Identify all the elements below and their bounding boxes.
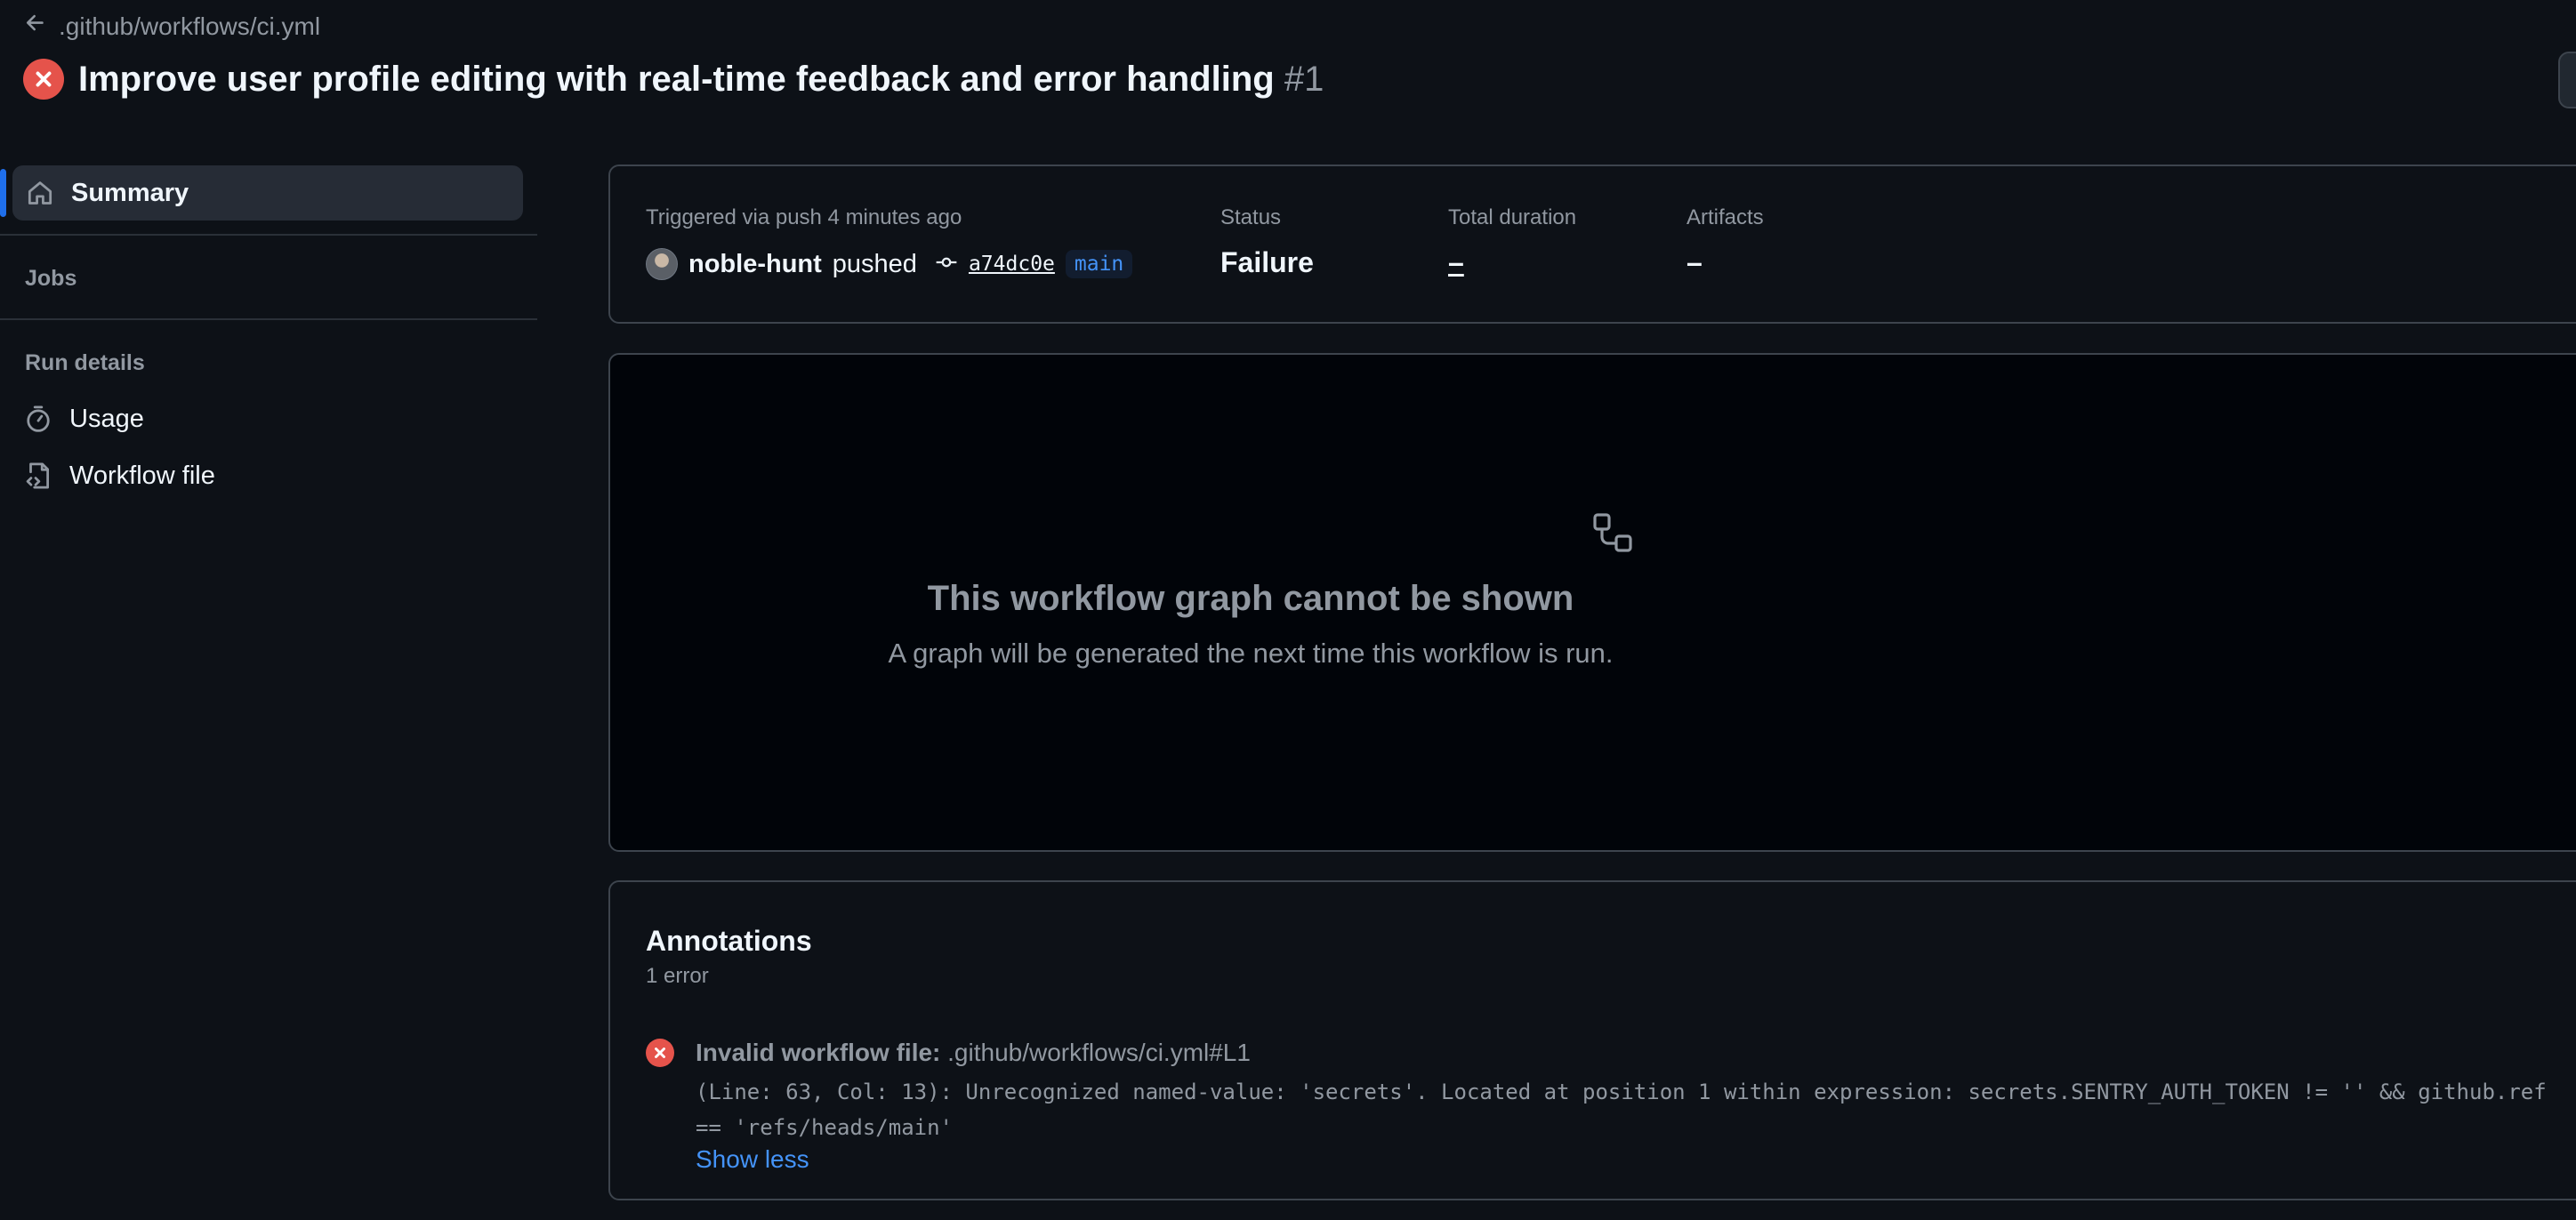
workflow-icon xyxy=(1591,511,1634,554)
sidebar-item-label: Workflow file xyxy=(69,461,215,490)
status-label: Status xyxy=(1220,205,1282,229)
status-value: Failure xyxy=(1220,246,1314,278)
run-summary-card: Triggered via push 4 minutes ago noble-h… xyxy=(608,165,2576,324)
jobs-heading: Jobs xyxy=(25,266,77,291)
sidebar-divider xyxy=(0,318,537,320)
sidebar-divider xyxy=(0,234,537,236)
duration-value-link[interactable]: – xyxy=(1448,246,1464,279)
avatar[interactable] xyxy=(646,248,678,280)
show-less-button[interactable]: Show less xyxy=(696,1145,809,1174)
error-x-icon xyxy=(646,1039,674,1067)
active-nav-marker xyxy=(0,169,6,217)
annotation-error-title: Invalid workflow file: xyxy=(696,1039,941,1066)
workflow-graph-card: This workflow graph cannot be shown A gr… xyxy=(608,353,2576,852)
annotation-message: (Line: 63, Col: 13): Unrecognized named-… xyxy=(696,1080,2547,1140)
commit-icon xyxy=(935,251,958,278)
file-code-icon xyxy=(23,461,53,491)
run-title-row: Improve user profile editing with real-t… xyxy=(23,59,1324,100)
workflow-path: .github/workflows/ci.yml xyxy=(59,12,321,40)
annotations-card: Annotations 1 error Invalid workflow fil… xyxy=(608,880,2576,1200)
arrow-left-icon xyxy=(23,11,48,42)
sidebar-item-label: Summary xyxy=(71,178,189,207)
commit-sha-link[interactable]: a74dc0e xyxy=(969,253,1055,276)
graph-empty-subtitle: A graph will be generated the next time … xyxy=(888,638,1614,669)
run-number: #1 xyxy=(1284,59,1324,99)
sidebar-item-usage[interactable]: Usage xyxy=(23,404,144,434)
trigger-text: Triggered via push 4 minutes ago xyxy=(646,205,962,229)
sidebar-item-summary[interactable]: Summary xyxy=(12,165,523,221)
actor-action: pushed xyxy=(832,249,917,278)
artifacts-label: Artifacts xyxy=(1686,205,1764,229)
annotations-count: 1 error xyxy=(646,964,709,988)
branch-badge[interactable]: main xyxy=(1065,250,1133,278)
annotation-heading: Invalid workflow file: .github/workflows… xyxy=(696,1039,1251,1067)
duration-label: Total duration xyxy=(1448,205,1577,229)
annotations-title: Annotations xyxy=(646,925,812,957)
back-to-workflow-link[interactable]: .github/workflows/ci.yml xyxy=(23,11,320,42)
artifacts-value: – xyxy=(1686,246,1703,278)
failure-x-icon xyxy=(23,59,64,100)
annotation-location-link[interactable]: .github/workflows/ci.yml#L1 xyxy=(947,1039,1251,1066)
run-details-heading: Run details xyxy=(25,350,145,375)
run-title: Improve user profile editing with real-t… xyxy=(78,60,1324,100)
home-icon xyxy=(25,178,55,208)
stopwatch-icon xyxy=(23,404,53,434)
sidebar-item-label: Usage xyxy=(69,404,144,433)
toggle-panel-button[interactable] xyxy=(2558,52,2576,108)
sidebar-item-workflow-file[interactable]: Workflow file xyxy=(23,461,215,491)
run-title-text: Improve user profile editing with real-t… xyxy=(78,59,1275,99)
trigger-details: noble-hunt pushed a74dc0e main xyxy=(646,248,1133,280)
actor-link[interactable]: noble-hunt xyxy=(688,250,822,279)
graph-empty-title: This workflow graph cannot be shown xyxy=(927,579,1574,618)
